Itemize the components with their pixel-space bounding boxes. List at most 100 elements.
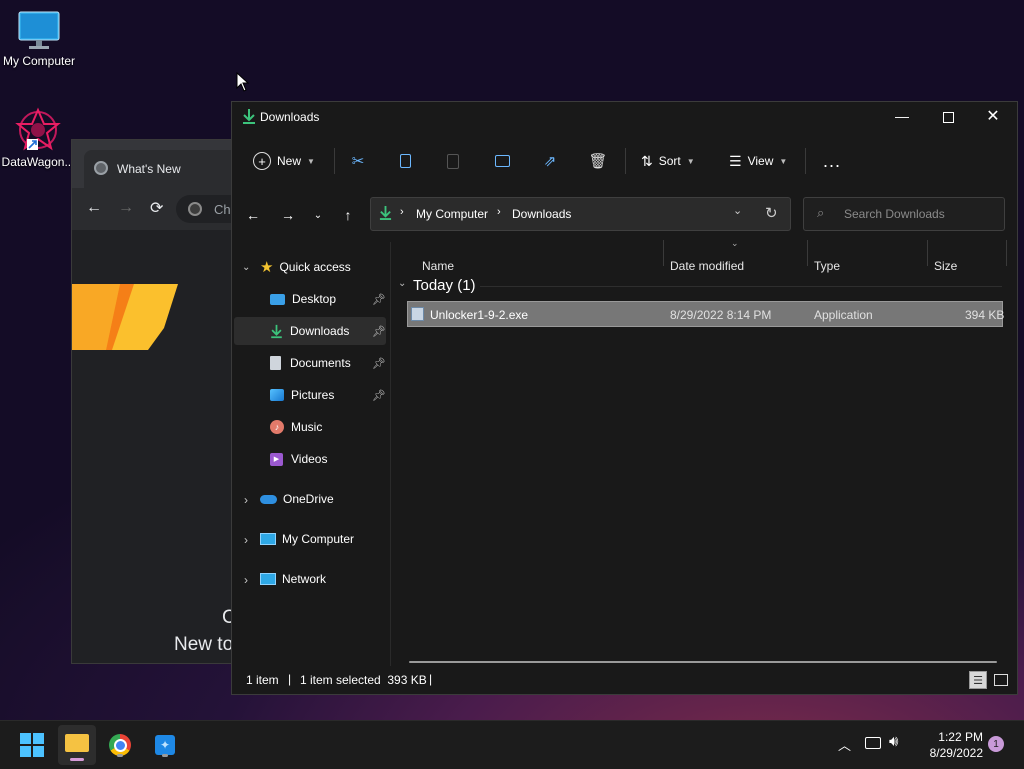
- tray-overflow-chevron-icon[interactable]: ︿: [838, 735, 851, 754]
- forward-arrow-icon[interactable]: →: [277, 204, 299, 226]
- divider: [334, 148, 335, 174]
- search-input[interactable]: ⌕ Search Downloads: [803, 197, 1005, 231]
- chevron-down-icon[interactable]: ⌄: [242, 262, 250, 273]
- explorer-titlebar[interactable]: Downloads — ✕: [232, 102, 1017, 132]
- onedrive-icon: [260, 494, 277, 504]
- windows-logo-icon: [20, 733, 44, 757]
- taskbar-file-explorer[interactable]: [58, 725, 96, 765]
- column-header-date-modified[interactable]: Date modified: [670, 254, 744, 278]
- sidebar-item-quick-access[interactable]: ★ Quick access: [260, 253, 380, 281]
- desktop-icon-datawagon[interactable]: DataWagon...: [0, 107, 76, 169]
- share-icon[interactable]: ⇗: [540, 151, 560, 171]
- column-divider[interactable]: [663, 240, 664, 266]
- new-button[interactable]: + New ▼: [253, 132, 315, 190]
- browser-toolbar: ← → ⟳ Ch: [72, 188, 242, 230]
- delete-icon[interactable]: 🗑︎: [588, 151, 608, 171]
- recent-locations-chevron-icon[interactable]: ⌄: [307, 204, 329, 226]
- status-separator: |: [288, 672, 292, 686]
- group-header[interactable]: Today (1): [413, 277, 476, 294]
- sidebar-item-pictures[interactable]: Pictures 📌︎: [270, 381, 386, 409]
- minimize-icon[interactable]: —: [891, 108, 913, 124]
- group-chevron-icon[interactable]: ⌄: [398, 278, 406, 289]
- sidebar-item-videos[interactable]: ▶ Videos: [270, 445, 386, 473]
- chevron-right-icon[interactable]: ›: [244, 573, 248, 587]
- chevron-right-icon[interactable]: ›: [244, 493, 248, 507]
- browser-content: C New to: [72, 230, 242, 663]
- notification-badge[interactable]: 1: [988, 736, 1004, 752]
- up-arrow-icon[interactable]: ↑: [337, 204, 359, 226]
- address-dropdown-chevron-icon[interactable]: ⌄: [733, 204, 742, 217]
- tiles-view-icon[interactable]: [992, 671, 1010, 689]
- back-arrow-icon[interactable]: ←: [86, 199, 102, 217]
- back-arrow-icon[interactable]: ←: [242, 204, 264, 226]
- network-icon: [260, 573, 276, 585]
- cut-icon[interactable]: ✂: [348, 151, 368, 171]
- music-icon: ♪: [270, 420, 284, 434]
- view-button[interactable]: ☰ View ▼: [729, 132, 787, 190]
- view-label: View: [747, 154, 774, 168]
- browser-tabstrip: What's New: [72, 140, 242, 188]
- desktop-icon-label: DataWagon...: [1, 155, 75, 169]
- pin-icon[interactable]: 📌︎: [372, 325, 386, 338]
- running-indicator: [117, 754, 123, 757]
- more-options-button[interactable]: ...: [823, 132, 841, 190]
- breadcrumb-downloads[interactable]: Downloads: [512, 207, 571, 221]
- sidebar-item-music[interactable]: ♪ Music: [270, 413, 386, 441]
- omnibox-text: Ch: [214, 202, 231, 217]
- browser-window[interactable]: What's New ← → ⟳ Ch C New to: [71, 139, 243, 664]
- start-button[interactable]: [16, 729, 48, 761]
- navigation-pane: ⌄ ★ Quick access Desktop 📌︎ Downloads 📌︎…: [232, 242, 388, 666]
- taskbar-app[interactable]: ✦: [149, 729, 181, 761]
- sidebar-label: Documents: [290, 356, 351, 370]
- download-arrow-icon: [242, 108, 256, 128]
- column-header-name[interactable]: Name: [422, 254, 454, 278]
- close-icon[interactable]: ✕: [982, 106, 1004, 126]
- clock[interactable]: 1:22 PM 8/29/2022: [913, 729, 983, 761]
- reload-icon[interactable]: ⟳: [150, 198, 163, 218]
- column-divider[interactable]: [927, 240, 928, 266]
- sidebar-item-downloads[interactable]: Downloads 📌︎: [234, 317, 386, 345]
- monitor-icon: [17, 10, 61, 54]
- sidebar-item-my-computer[interactable]: My Computer: [260, 525, 380, 553]
- sidebar-label: Quick access: [279, 260, 351, 274]
- file-explorer-window[interactable]: Downloads — ✕ + New ▼ ✂ ⇗ 🗑︎ ⇅ Sort ▼ ☰ …: [231, 101, 1018, 695]
- desktop-icon-my-computer[interactable]: My Computer: [1, 10, 77, 68]
- refresh-icon[interactable]: ↻: [765, 204, 778, 222]
- file-name: Unlocker1-9-2.exe: [430, 308, 529, 322]
- column-divider[interactable]: [807, 240, 808, 266]
- app-grid-icon: ✦: [155, 735, 175, 755]
- file-date: 8/29/2022 8:14 PM: [670, 308, 772, 322]
- column-header-size[interactable]: Size: [934, 254, 957, 278]
- rename-icon[interactable]: [492, 151, 512, 171]
- column-divider[interactable]: [1006, 240, 1007, 266]
- pin-icon[interactable]: 📌︎: [372, 293, 386, 306]
- network-status-icon[interactable]: [865, 737, 881, 749]
- chevron-down-icon: ▼: [779, 156, 788, 166]
- chrome-icon: [94, 161, 108, 175]
- paste-icon[interactable]: [443, 151, 463, 171]
- videos-icon: ▶: [270, 452, 283, 466]
- file-size: 394 KB: [965, 308, 1005, 322]
- sidebar-item-network[interactable]: Network: [260, 565, 380, 593]
- copy-icon[interactable]: [395, 151, 415, 171]
- view-lines-icon: ☰: [729, 152, 742, 169]
- sidebar-item-documents[interactable]: Documents 📌︎: [270, 349, 386, 377]
- pin-icon[interactable]: 📌︎: [372, 357, 386, 370]
- horizontal-scrollbar[interactable]: [409, 661, 997, 663]
- sidebar-item-onedrive[interactable]: OneDrive: [260, 485, 380, 513]
- browser-tab[interactable]: What's New: [84, 150, 242, 188]
- maximize-icon[interactable]: [937, 108, 959, 126]
- sidebar-item-desktop[interactable]: Desktop 📌︎: [270, 285, 386, 313]
- taskbar-chrome[interactable]: [104, 729, 136, 761]
- chevron-right-icon[interactable]: ›: [244, 533, 248, 547]
- breadcrumb-my-computer[interactable]: My Computer: [416, 207, 488, 221]
- column-header-type[interactable]: Type: [814, 254, 840, 278]
- plus-circle-icon: +: [253, 152, 271, 170]
- sort-button[interactable]: ⇅ Sort ▼: [641, 132, 695, 190]
- pin-icon[interactable]: 📌︎: [372, 389, 386, 402]
- pane-divider[interactable]: [390, 242, 391, 666]
- address-bar[interactable]: › My Computer › Downloads ⌄ ↻: [370, 197, 791, 231]
- details-view-icon[interactable]: ☰: [969, 671, 987, 689]
- volume-icon[interactable]: 🔊︎: [889, 733, 898, 750]
- forward-arrow-icon[interactable]: →: [118, 199, 134, 217]
